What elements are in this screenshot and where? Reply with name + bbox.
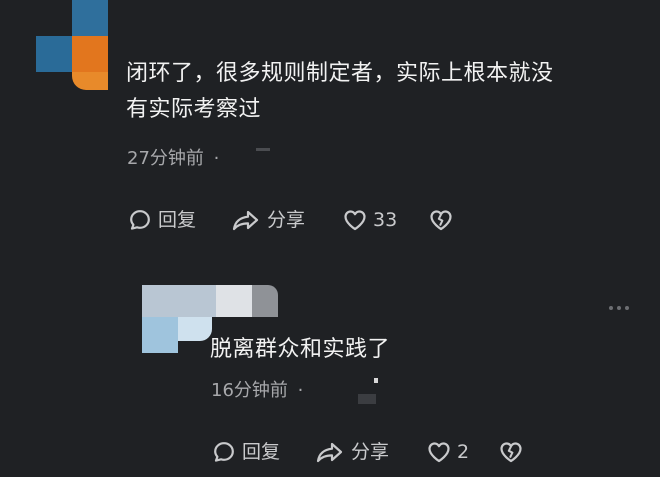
comment-text: 脱离群众和实践了 [210,332,630,368]
comment-meta: 16分钟前 · [211,380,303,402]
broken-heart-icon [428,208,454,232]
share-button[interactable]: 分享 [315,440,389,464]
comment-meta: 27分钟前 · [127,148,219,170]
reply-label: 回复 [242,441,281,463]
like-button[interactable]: 33 [342,208,397,232]
more-dots-icon[interactable] [609,306,629,310]
comment-text-line: 脱离群众和实践了 [210,337,391,362]
comment-text-line: 闭环了，很多规则制定者，实际上根本就没 [126,61,554,86]
redacted-location [256,148,270,151]
heart-icon [426,440,452,464]
speech-bubble-icon [128,208,152,232]
timestamp: 16分钟前 [211,380,288,401]
redacted-location [358,378,380,406]
like-button[interactable]: 2 [426,440,469,464]
share-arrow-icon [231,208,261,232]
avatar[interactable] [36,0,110,90]
reply-label: 回复 [158,209,197,231]
reply-button[interactable]: 回复 [212,440,280,464]
dislike-button[interactable] [428,208,454,232]
meta-separator: · [297,380,304,401]
comment-text: 闭环了，很多规则制定者，实际上根本就没 有实际考察过 [126,56,646,128]
timestamp: 27分钟前 [127,148,204,169]
share-arrow-icon [315,440,345,464]
heart-icon [342,208,368,232]
broken-heart-icon [498,440,524,464]
reply-button[interactable]: 回复 [128,208,196,232]
like-count: 2 [457,441,470,463]
share-button[interactable]: 分享 [231,208,305,232]
speech-bubble-icon [212,440,236,464]
like-count: 33 [373,209,398,231]
dislike-button[interactable] [498,440,524,464]
share-label: 分享 [351,441,390,463]
comment-text-line: 有实际考察过 [126,97,262,122]
meta-separator: · [213,148,220,169]
share-label: 分享 [267,209,306,231]
